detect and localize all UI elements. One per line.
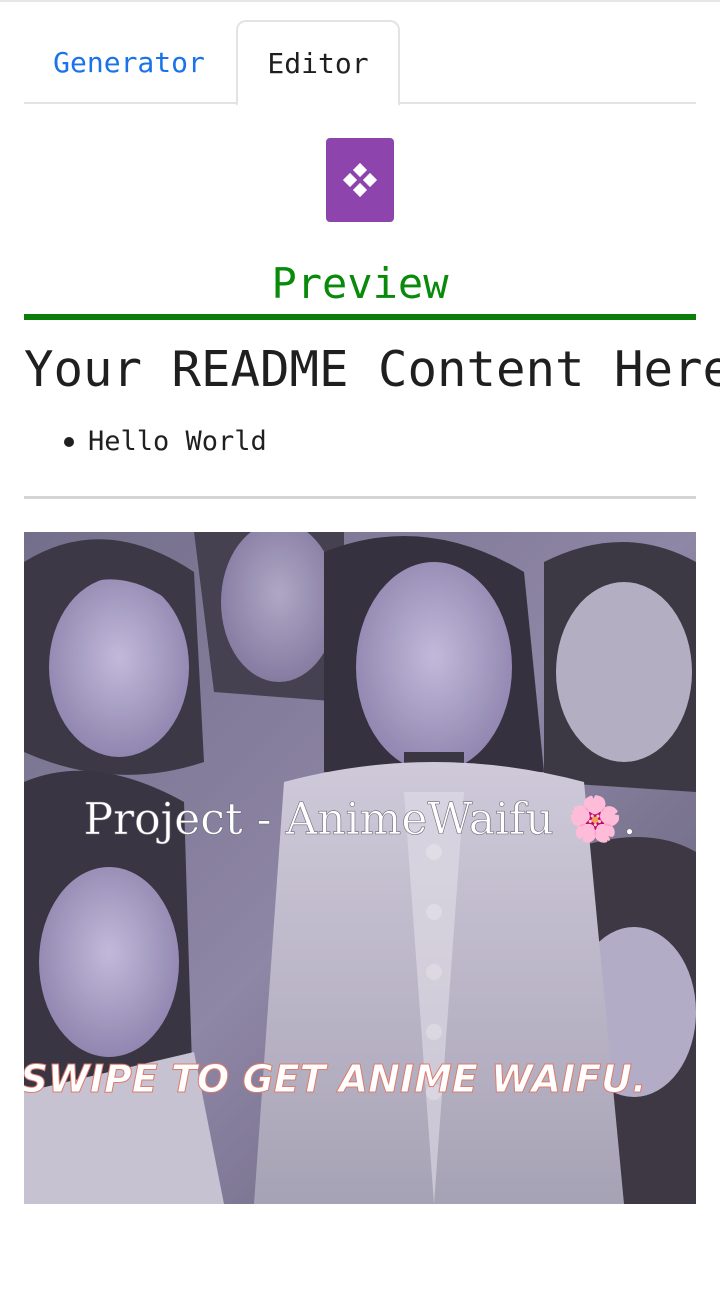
tab-generator[interactable]: Generator: [24, 20, 234, 104]
top-border: [0, 0, 720, 2]
editor-tool-button[interactable]: [326, 138, 394, 222]
bullet-icon: [64, 437, 74, 447]
preview-divider: [24, 314, 696, 320]
banner-tagline: _SWIPE TO GET ANIME WAIFU.: [24, 1057, 646, 1101]
banner-title: Project - AnimeWaifu 🌸.: [83, 794, 636, 845]
tab-editor[interactable]: Editor: [236, 20, 400, 106]
list-item: Hello World: [88, 426, 267, 457]
preview-heading: Preview: [271, 259, 449, 308]
tab-bar: Generator Editor: [24, 20, 696, 106]
readme-title: Your README Content Here: [24, 341, 720, 398]
horizontal-rule: [24, 496, 696, 499]
diamond-grid-icon: [342, 162, 378, 198]
project-banner-image: Project - AnimeWaifu 🌸. _SWIPE TO GET AN…: [24, 532, 696, 1204]
